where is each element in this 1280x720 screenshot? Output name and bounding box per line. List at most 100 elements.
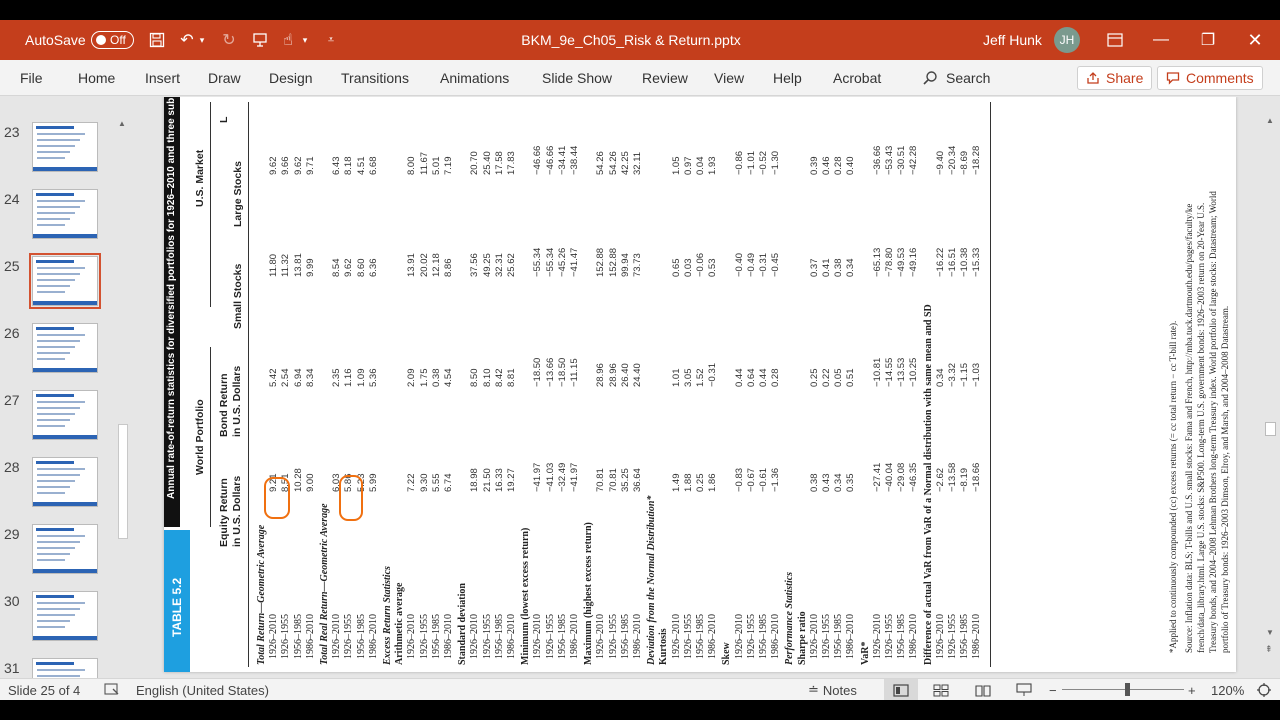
slide-sorter-icon[interactable] [933,679,949,700]
thumbnail-preview[interactable] [32,457,98,507]
scrollbar-thumb[interactable] [118,424,128,539]
scroll-down-icon[interactable]: ▼ [1266,628,1274,637]
table-cell: −30.51 [896,145,908,175]
thumbnail-preview[interactable] [32,658,98,678]
zoom-in-icon[interactable]: + [1188,679,1196,700]
table-cell: 16.33 [493,468,505,492]
zoom-slider-track[interactable] [1062,689,1184,690]
tab-animations[interactable]: Animations [440,60,509,96]
footnote-line: portfolio of Treasury bonds: 1926–2003 D… [1220,305,1230,653]
slide-thumbnail-29[interactable]: 29 [0,520,133,580]
prev-slide-icon[interactable]: ⇞ [1265,644,1273,655]
redo-icon[interactable]: ↻ [218,20,240,60]
tab-help[interactable]: Help [773,60,802,96]
save-icon[interactable] [146,20,168,60]
table-cell: 28.96 [595,363,607,387]
tab-view[interactable]: View [714,60,744,96]
table-cell: 4.51 [355,156,367,176]
notes-button[interactable]: ≐ Notes [808,679,857,700]
share-icon [1087,72,1099,84]
table-cell: 13.81 [292,253,304,277]
slide-thumbnail-31[interactable]: 31 [0,654,133,678]
period-label: 1926–1955 [745,614,757,659]
tab-design[interactable]: Design [269,60,313,96]
section-label: Kurtosis [658,628,670,665]
search-box[interactable]: Search [922,60,990,96]
share-button[interactable]: Share [1077,66,1153,90]
slide-thumbnail-23[interactable]: 23 [0,118,133,178]
thumbnail-preview[interactable] [29,253,101,309]
period-label: 1926–2010 [670,614,682,659]
tab-file[interactable]: File [20,60,43,96]
autosave-toggle[interactable]: Off [91,31,134,49]
thumbnail-preview[interactable] [32,122,98,172]
thumbnail-preview[interactable] [32,524,98,574]
undo-dropdown-icon[interactable]: ▾ [196,20,208,60]
period-label: 1986–2010 [367,614,379,659]
scroll-up-icon[interactable]: ▲ [118,119,126,128]
period-label: 1926–1955 [280,614,292,659]
tab-insert[interactable]: Insert [145,60,180,96]
table-cell: 0.03 [682,258,694,278]
table-cell: −41.97 [569,462,580,492]
accessibility-icon[interactable] [104,679,120,700]
close-icon[interactable]: ✕ [1232,20,1278,60]
table-cell: 0.46 [821,156,832,176]
zoom-out-icon[interactable]: − [1049,679,1057,700]
table-cell: 7.19 [443,156,454,176]
user-name[interactable]: Jeff Hunk [983,20,1042,60]
tab-slide-show[interactable]: Slide Show [542,60,612,96]
table-bottom-rule [989,102,991,667]
tab-acrobat[interactable]: Acrobat [833,60,881,96]
touch-mode-icon[interactable]: ☝ [277,20,299,60]
zoom-slider-handle[interactable] [1125,683,1130,696]
slide-scrollbar[interactable]: ▲ ▼ ⇞ [1264,116,1278,656]
tab-home[interactable]: Home [78,60,115,96]
table-cell: −34.41 [556,145,568,175]
minimize-icon[interactable]: — [1138,20,1184,60]
table-cell: 36.64 [632,468,643,492]
restore-icon[interactable]: ❐ [1185,20,1231,60]
table-cell: 8.18 [343,156,355,176]
scroll-up-icon[interactable]: ▲ [1266,116,1274,125]
footnote-line: Treasury bonds, and 2004–2008 Lehman Bro… [1208,191,1218,653]
world-group-rule [210,347,211,527]
table-cell: −0.06 [695,252,706,277]
slide-thumbnail-27[interactable]: 27 [0,386,133,446]
thumbnail-preview[interactable] [32,591,98,641]
slideshow-view-icon[interactable] [1016,679,1032,700]
customize-qat-icon[interactable]: ⩡ [320,20,342,60]
zoom-level[interactable]: 120% [1211,679,1244,700]
reading-view-icon[interactable] [975,679,991,700]
slide-thumbnail-30[interactable]: 30 [0,587,133,647]
fit-to-window-icon[interactable] [1256,679,1272,700]
comments-button[interactable]: Comments [1157,66,1263,90]
tab-review[interactable]: Review [642,60,688,96]
touch-dropdown-icon[interactable]: ▾ [299,20,311,60]
table-cell: 26.40 [619,363,631,387]
present-icon[interactable] [249,20,271,60]
current-slide[interactable]: Annual rate-of-return statistics for div… [164,97,1236,672]
slide-thumbnail-28[interactable]: 28 [0,453,133,513]
undo-icon[interactable]: ↶ [176,20,198,60]
autosave-label: AutoSave [25,32,86,48]
normal-view-icon[interactable] [884,679,918,700]
thumbnails-scrollbar[interactable]: ▲ ▼ [116,119,130,678]
slide-thumbnail-26[interactable]: 26 [0,319,133,379]
language-status[interactable]: English (United States) [136,679,269,700]
thumbnail-preview[interactable] [32,323,98,373]
avatar[interactable]: JH [1054,27,1080,53]
table-cell: 20.02 [418,253,430,277]
scrollbar-thumb[interactable] [1265,422,1276,436]
tab-draw[interactable]: Draw [208,60,241,96]
period-label: 1956–1985 [833,614,845,659]
col-large-stocks: Large Stocks [232,161,244,227]
thumbnail-preview[interactable] [32,189,98,239]
us-group-rule [210,102,211,307]
tab-transitions[interactable]: Transitions [341,60,409,96]
ribbon-display-icon[interactable] [1092,20,1138,60]
slide-thumbnail-24[interactable]: 24 [0,185,133,245]
slide-thumbnail-25[interactable]: 25 [0,252,133,312]
table-cell: 12.18 [430,253,442,277]
thumbnail-preview[interactable] [32,390,98,440]
